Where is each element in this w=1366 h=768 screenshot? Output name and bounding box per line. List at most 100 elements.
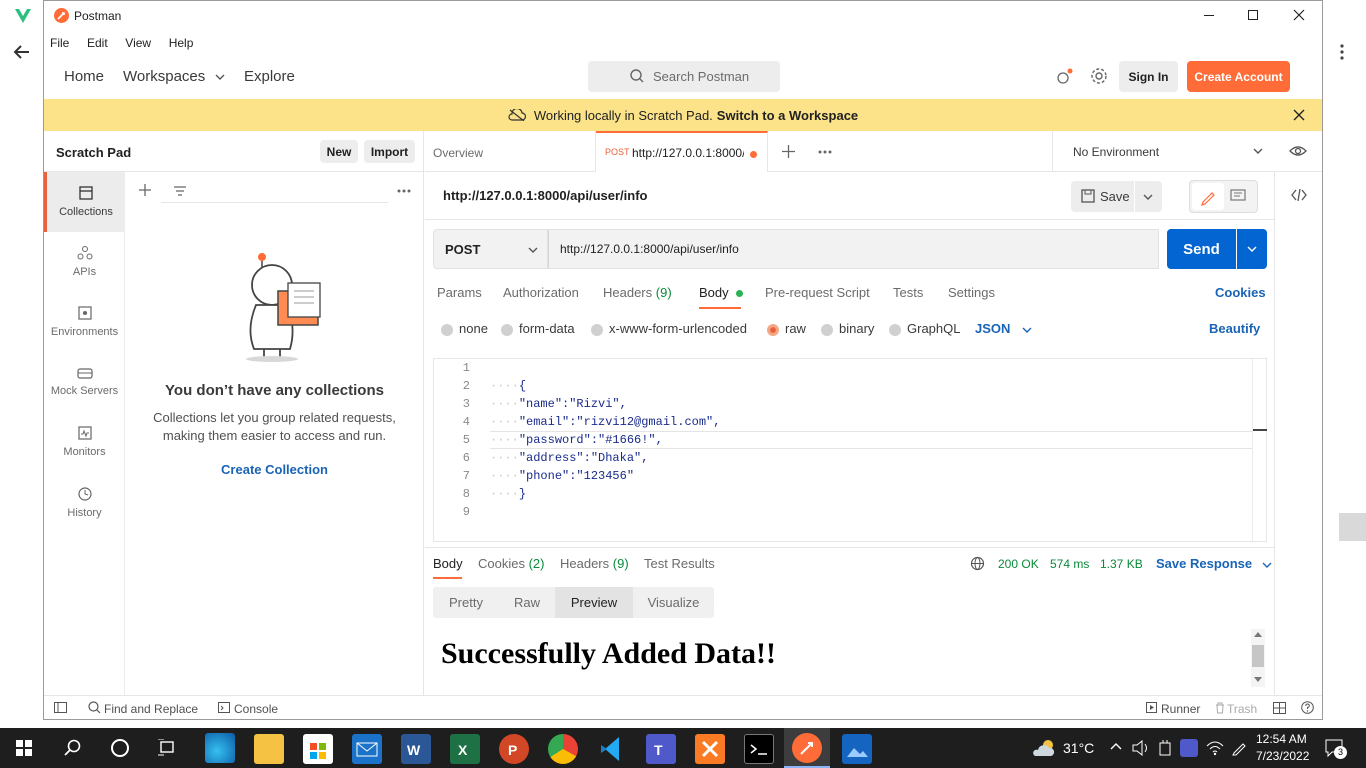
clock-date[interactable]: 7/23/2022 <box>1256 749 1309 763</box>
search-box[interactable]: Search Postman <box>588 61 780 92</box>
response-tab-body[interactable]: Body <box>433 556 463 571</box>
tab-more-icon[interactable] <box>818 150 832 154</box>
save-button[interactable]: Save <box>1071 181 1134 212</box>
battery-plug-icon[interactable] <box>1158 740 1172 756</box>
environment-quick-look-eye-icon[interactable] <box>1289 145 1307 157</box>
find-and-replace[interactable]: Find and Replace <box>104 702 198 716</box>
rail-monitors[interactable]: Monitors <box>44 412 125 472</box>
clock-time[interactable]: 12:54 AM <box>1256 732 1307 746</box>
subtab-params[interactable]: Params <box>437 285 482 300</box>
body-type-form-data[interactable]: form-data <box>501 321 575 336</box>
preview-scroll-thumb[interactable] <box>1252 645 1264 667</box>
save-response-dropdown[interactable]: Save Response <box>1156 556 1272 571</box>
subtab-settings[interactable]: Settings <box>948 285 995 300</box>
layout-toggle-icon[interactable] <box>1273 702 1286 714</box>
rail-mock-servers[interactable]: Mock Servers <box>44 352 125 412</box>
xampp-icon[interactable] <box>695 734 725 764</box>
subtab-pre-request-script[interactable]: Pre-request Script <box>765 285 870 300</box>
body-type-raw[interactable]: raw <box>767 321 806 336</box>
vscode-icon[interactable] <box>597 734 627 764</box>
cortana-icon[interactable] <box>111 739 129 757</box>
beautify-link[interactable]: Beautify <box>1209 321 1260 336</box>
satellite-icon[interactable] <box>1055 68 1073 86</box>
taskbar-search-icon[interactable] <box>64 739 81 756</box>
response-tab-headers[interactable]: Headers (9) <box>560 556 629 571</box>
pen-workspace-icon[interactable] <box>1231 740 1247 756</box>
add-collection-icon[interactable] <box>138 183 152 197</box>
subtab-tests[interactable]: Tests <box>893 285 923 300</box>
switch-workspace-link[interactable]: Switch to a Workspace <box>717 108 858 123</box>
menu-file[interactable]: File <box>50 36 69 50</box>
menu-view[interactable]: View <box>125 36 151 50</box>
menu-edit[interactable]: Edit <box>87 36 108 50</box>
comment-icon[interactable] <box>1230 189 1246 203</box>
close-banner-icon[interactable] <box>1293 109 1305 121</box>
body-code-editor[interactable]: 1 2 3 4 5 6 7 8 9 ····{····"name":"Rizvi", ····"e… <box>433 358 1267 542</box>
body-type-graphql[interactable]: GraphQL <box>889 321 960 336</box>
scroll-down-icon[interactable] <box>1254 677 1262 682</box>
create-collection-link[interactable]: Create Collection <box>125 462 424 477</box>
response-tab-test-results[interactable]: Test Results <box>644 556 715 571</box>
tab-active-request[interactable]: POST http://127.0.0.1:8000/a <box>596 131 768 172</box>
view-visualize[interactable]: Visualize <box>633 587 714 618</box>
kebab-menu-icon[interactable] <box>1340 44 1344 60</box>
editor-scrollbar[interactable] <box>1252 359 1267 541</box>
terminal-icon[interactable] <box>744 734 774 764</box>
photos-icon[interactable] <box>842 734 872 764</box>
send-dropdown[interactable] <box>1237 229 1267 269</box>
subtab-body[interactable]: Body <box>699 285 744 300</box>
postman-taskbar-active[interactable] <box>784 728 830 768</box>
cookies-link[interactable]: Cookies <box>1215 285 1266 300</box>
edge-browser-icon[interactable] <box>205 733 235 763</box>
rail-apis[interactable]: APIs <box>44 232 125 292</box>
file-explorer-icon[interactable] <box>254 734 284 764</box>
volume-icon[interactable] <box>1132 740 1150 756</box>
body-type-none[interactable]: none <box>441 321 488 336</box>
toggle-sidebar-icon[interactable] <box>54 702 67 713</box>
close-window-icon[interactable] <box>1293 9 1305 21</box>
code-snippet-icon[interactable] <box>1291 189 1307 201</box>
view-raw[interactable]: Raw <box>499 587 555 618</box>
task-view-icon[interactable] <box>158 739 176 756</box>
view-pretty[interactable]: Pretty <box>433 587 499 618</box>
chrome-icon[interactable] <box>548 734 578 764</box>
word-icon[interactable]: W <box>401 734 431 764</box>
globe-icon[interactable] <box>970 556 985 571</box>
save-dropdown[interactable] <box>1135 181 1162 212</box>
response-status[interactable]: 200 OK <box>998 557 1039 571</box>
weather-temperature[interactable]: 31°C <box>1063 740 1094 756</box>
rail-collections[interactable]: Collections <box>44 172 125 232</box>
teams-tray-icon[interactable] <box>1180 739 1198 757</box>
body-type-binary[interactable]: binary <box>821 321 874 336</box>
nav-home[interactable]: Home <box>64 68 104 85</box>
tray-chevron-up-icon[interactable] <box>1110 742 1122 750</box>
rail-environments[interactable]: Environments <box>44 292 125 352</box>
trash-button[interactable]: Trash <box>1227 702 1257 716</box>
back-arrow-icon[interactable] <box>12 42 32 62</box>
environment-selector[interactable]: No Environment <box>1052 131 1275 172</box>
nav-workspaces[interactable]: Workspaces <box>123 68 225 85</box>
maximize-icon[interactable] <box>1248 10 1258 20</box>
settings-gear-icon[interactable] <box>1090 67 1108 85</box>
tab-overview[interactable]: Overview <box>425 131 596 172</box>
import-button[interactable]: Import <box>364 140 415 163</box>
preview-scrollbar[interactable] <box>1251 629 1265 687</box>
new-button[interactable]: New <box>320 140 358 163</box>
pencil-edit-icon[interactable] <box>1192 183 1224 210</box>
console-button[interactable]: Console <box>234 702 278 716</box>
response-time[interactable]: 574 ms <box>1050 557 1089 571</box>
side-widget-icon[interactable] <box>1339 513 1366 541</box>
help-icon[interactable] <box>1301 701 1314 714</box>
more-options-icon[interactable] <box>397 189 411 193</box>
excel-icon[interactable]: X <box>450 734 480 764</box>
wifi-icon[interactable] <box>1206 740 1224 756</box>
response-size[interactable]: 1.37 KB <box>1100 557 1143 571</box>
view-preview[interactable]: Preview <box>555 587 633 618</box>
send-button[interactable]: Send <box>1167 229 1236 269</box>
teams-icon[interactable]: T <box>646 734 676 764</box>
new-tab-plus-icon[interactable] <box>782 145 795 158</box>
collection-filter-input[interactable] <box>161 179 388 203</box>
mail-icon[interactable] <box>352 734 382 764</box>
create-account-button[interactable]: Create Account <box>1187 61 1290 92</box>
subtab-authorization[interactable]: Authorization <box>503 285 579 300</box>
